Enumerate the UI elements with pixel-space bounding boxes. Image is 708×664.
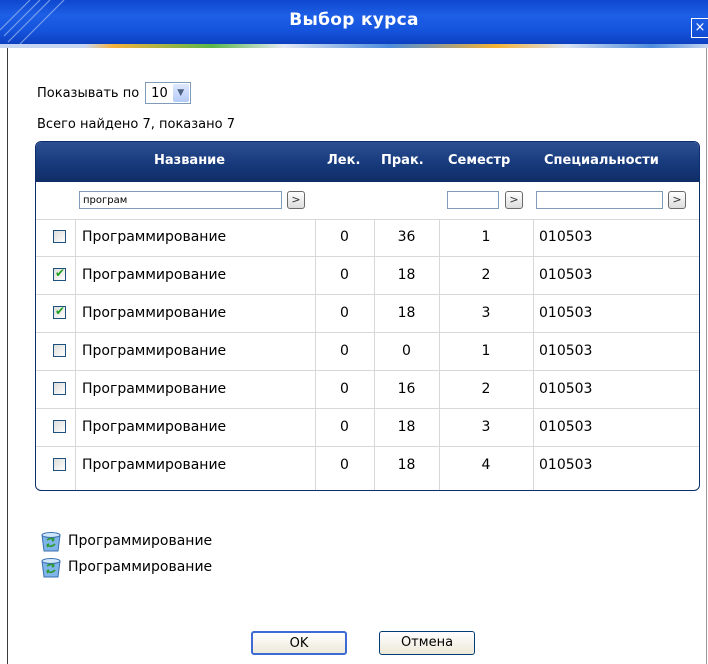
- chevron-down-icon[interactable]: ▼: [172, 84, 189, 102]
- page-size-select[interactable]: 10 ▼: [145, 82, 191, 104]
- ok-button[interactable]: OK: [251, 631, 347, 655]
- table-row[interactable]: Программирование 0 18 4 010503: [36, 447, 699, 484]
- column-divider: [315, 219, 316, 490]
- table-row[interactable]: Программирование 0 16 2 010503: [36, 371, 699, 409]
- selected-courses-list: Программирование Программирование: [39, 528, 212, 580]
- name-filter-button[interactable]: >: [287, 191, 305, 209]
- table-row[interactable]: Программирование 0 36 1 010503: [36, 219, 699, 257]
- table-row[interactable]: ✔ Программирование 0 18 3 010503: [36, 295, 699, 333]
- practice-cell: 16: [36, 371, 439, 408]
- table-row[interactable]: Программирование 0 0 1 010503: [36, 333, 699, 371]
- page-size-value: 10: [151, 85, 168, 101]
- window-border-left: [7, 48, 8, 664]
- grid-header: Название Лек. Прак. Семестр Специальност…: [36, 142, 699, 182]
- speciality-filter-button[interactable]: >: [668, 191, 686, 209]
- close-button[interactable]: ×: [691, 18, 708, 38]
- table-row[interactable]: ✔ Программирование 0 18 2 010503: [36, 257, 699, 295]
- column-divider: [533, 219, 534, 490]
- practice-cell: 18: [36, 447, 439, 484]
- column-divider: [75, 219, 76, 490]
- column-header-semester[interactable]: Семестр: [448, 153, 510, 168]
- semester-filter-button[interactable]: >: [505, 191, 523, 209]
- name-filter-input[interactable]: програм: [79, 191, 282, 209]
- title-stripe: [0, 44, 708, 48]
- practice-cell: 36: [36, 219, 439, 256]
- semester-cell: 1: [481, 343, 491, 359]
- column-header-practice[interactable]: Прак.: [381, 153, 424, 168]
- table-row[interactable]: Программирование 0 18 3 010503: [36, 409, 699, 447]
- window-title: Выбор курса: [289, 10, 419, 30]
- selected-course-item: Программирование: [39, 554, 212, 580]
- semester-cell: 2: [481, 267, 491, 283]
- practice-value: 18: [397, 457, 416, 473]
- semester-cell: 1: [481, 229, 491, 245]
- semester-cell: 4: [481, 457, 491, 473]
- selected-course-label: Программирование: [68, 559, 213, 575]
- practice-value: 18: [397, 267, 416, 283]
- speciality-cell: 010503: [539, 381, 593, 397]
- speciality-cell: 010503: [539, 419, 593, 435]
- filter-row: програм > > >: [36, 182, 699, 220]
- practice-value: 0: [402, 343, 411, 359]
- column-divider: [374, 219, 375, 490]
- speciality-cell: 010503: [539, 267, 593, 283]
- practice-value: 18: [397, 305, 416, 321]
- pager: Показывать по 10 ▼: [37, 82, 191, 104]
- semester-cell: 3: [481, 305, 491, 321]
- page-size-label: Показывать по: [37, 85, 140, 101]
- practice-value: 16: [397, 381, 416, 397]
- semester-filter-input[interactable]: [447, 191, 499, 209]
- column-header-lectures[interactable]: Лек.: [327, 153, 360, 168]
- practice-cell: 18: [36, 409, 439, 446]
- cancel-button[interactable]: Отмена: [379, 631, 475, 655]
- practice-cell: 18: [36, 257, 439, 294]
- semester-cell: 3: [481, 419, 491, 435]
- column-header-name[interactable]: Название: [154, 153, 225, 168]
- window-border-right: [706, 48, 707, 664]
- practice-cell: 18: [36, 295, 439, 332]
- speciality-cell: 010503: [539, 457, 593, 473]
- selected-course-label: Программирование: [68, 533, 213, 549]
- results-summary: Всего найдено 7, показано 7: [37, 117, 236, 132]
- column-header-speciality[interactable]: Специальности: [544, 153, 659, 168]
- courses-grid: Название Лек. Прак. Семестр Специальност…: [35, 141, 700, 491]
- speciality-cell: 010503: [539, 229, 593, 245]
- semester-cell: 2: [481, 381, 491, 397]
- speciality-cell: 010503: [539, 305, 593, 321]
- selected-course-item: Программирование: [39, 528, 212, 554]
- practice-value: 36: [397, 229, 416, 245]
- recycle-bin-icon[interactable]: [39, 556, 65, 578]
- practice-cell: 0: [36, 333, 439, 370]
- title-bar: Выбор курса ×: [0, 0, 708, 44]
- speciality-cell: 010503: [539, 343, 593, 359]
- speciality-filter-input[interactable]: [536, 191, 663, 209]
- recycle-bin-icon[interactable]: [39, 530, 65, 552]
- practice-value: 18: [397, 419, 416, 435]
- column-divider: [439, 219, 440, 490]
